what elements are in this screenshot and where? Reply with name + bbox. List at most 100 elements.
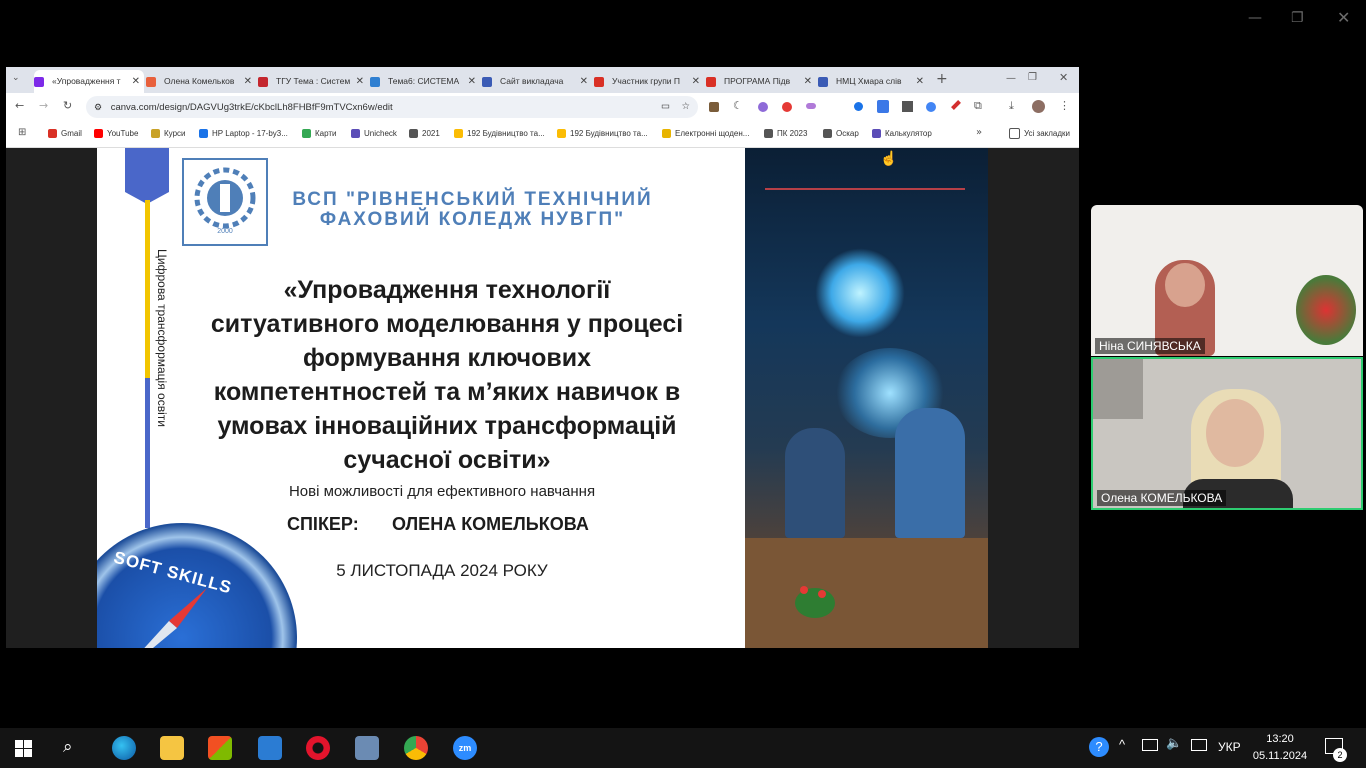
reload-icon[interactable]: ↻ [63, 99, 72, 112]
tab-search-chevron-icon[interactable]: ⌄ [12, 73, 20, 83]
bookmark-item[interactable]: 192 Будівництво та... [454, 121, 545, 147]
close-tab-icon[interactable]: ✕ [356, 70, 364, 93]
mail-icon[interactable] [258, 736, 282, 760]
browser-tab[interactable]: «Упровадження т ✕ [34, 70, 144, 93]
extension-6-icon[interactable] [854, 102, 863, 111]
browser-tab[interactable]: Сайт викладача ✕ [482, 70, 592, 93]
microsoft-store-icon[interactable] [208, 736, 232, 760]
student-figure [785, 428, 845, 538]
bookmark-item[interactable]: Електронні щоден... [662, 121, 749, 147]
tab-label: Участник групи П [612, 76, 681, 86]
edge-browser-icon[interactable] [112, 736, 136, 760]
minimize-window-button[interactable]: — [1248, 10, 1262, 26]
qr-code-icon[interactable] [902, 101, 913, 112]
pencil-extension-icon[interactable] [951, 100, 961, 110]
participant-tile[interactable]: Ніна СИНЯВСЬКА [1091, 205, 1363, 356]
bookmark-item[interactable]: 192 Будівництво та... [557, 121, 648, 147]
new-tab-button[interactable]: + [936, 71, 948, 87]
all-bookmarks-folder[interactable]: Усі закладки [1009, 121, 1070, 147]
show-hidden-icons-chevron-icon[interactable]: ^ [1119, 737, 1125, 752]
browser-tab[interactable]: ПРОГРАМА Підв ✕ [706, 70, 816, 93]
flower-bouquet [1296, 275, 1356, 345]
close-tab-icon[interactable]: ✕ [804, 70, 812, 93]
tab-favicon-icon [258, 76, 268, 87]
apps-grid-icon[interactable]: ⊞ [18, 127, 26, 138]
browser-minimize-button[interactable]: — [1006, 73, 1016, 84]
network-icon[interactable] [1191, 739, 1207, 751]
browser-tab[interactable]: ТГУ Тема : Систем ✕ [258, 70, 368, 93]
url-text: canva.com/design/DAGVUg3trkE/cKbclLh8FHB… [110, 102, 393, 113]
adblock-icon[interactable] [782, 102, 792, 112]
bookmark-item[interactable]: Карти [302, 121, 337, 147]
profile-avatar[interactable] [1032, 100, 1045, 113]
zoom-app-icon[interactable]: zm [453, 736, 477, 760]
file-explorer-icon[interactable] [160, 736, 184, 760]
opera-browser-icon[interactable] [306, 736, 330, 760]
bookmark-favicon-icon [151, 129, 160, 139]
tab-label: «Упровадження т [52, 76, 121, 86]
bookmark-label: Unicheck [364, 129, 397, 138]
extension-1-icon[interactable] [709, 102, 719, 112]
more-bookmarks-icon[interactable]: » [976, 127, 982, 138]
tab-favicon-icon [818, 76, 828, 87]
bookmark-favicon-icon [302, 129, 311, 139]
browser-tab[interactable]: НМЦ Хмара слів ✕ [818, 70, 928, 93]
college-name-line2: ФАХОВИЙ КОЛЕДЖ НУВГП" [319, 209, 626, 230]
bookmark-item[interactable]: Unicheck [351, 121, 397, 147]
bookmark-item[interactable]: ПК 2023 [764, 121, 807, 147]
clock[interactable]: 13:20 05.11.2024 [1250, 731, 1310, 765]
browser-tab[interactable]: Тема6: СИСТЕМА ✕ [370, 70, 480, 93]
participant-tile-active-speaker[interactable]: Олена КОМЕЛЬКОВА [1091, 357, 1363, 510]
site-info-icon[interactable]: ⚙ [94, 102, 102, 112]
calendar-icon[interactable] [877, 100, 889, 113]
language-indicator[interactable]: УКР [1218, 740, 1241, 754]
close-tab-icon[interactable]: ✕ [132, 70, 140, 93]
cast-icon[interactable]: ▭ [661, 96, 670, 118]
bookmark-item[interactable]: Оскар [823, 121, 859, 147]
pen-extension-icon[interactable] [806, 103, 816, 109]
back-arrow-icon[interactable]: ← [15, 99, 24, 112]
bookmark-label: Електронні щоден... [675, 129, 750, 138]
bookmark-item[interactable]: 2021 [409, 121, 440, 147]
windows-start-icon[interactable] [15, 740, 32, 757]
restore-window-button[interactable]: ❐ [1291, 10, 1304, 26]
close-window-button[interactable]: ✕ [1337, 8, 1350, 27]
bookmark-item[interactable]: Курси [151, 121, 186, 147]
browser-menu-icon[interactable]: ⋮ [1059, 99, 1070, 112]
tab-favicon-icon [594, 76, 604, 87]
bookmark-label: 2021 [422, 129, 440, 138]
close-tab-icon[interactable]: ✕ [692, 70, 700, 93]
extension-3-icon[interactable] [758, 102, 768, 112]
battery-icon[interactable] [1142, 739, 1158, 751]
bookmark-favicon-icon [764, 129, 773, 139]
bookmark-item[interactable]: Калькулятор [872, 121, 932, 147]
bookmark-item[interactable]: HP Laptop - 17-by3... [199, 121, 288, 147]
compass-needle-icon [144, 588, 207, 648]
browser-tab[interactable]: Участник групи П ✕ [594, 70, 704, 93]
app-icon[interactable] [355, 736, 379, 760]
soft-skills-compass-badge: SOFT SKILLS [97, 523, 297, 648]
browser-close-button[interactable]: ✕ [1059, 71, 1068, 84]
close-tab-icon[interactable]: ✕ [916, 70, 924, 93]
close-tab-icon[interactable]: ✕ [468, 70, 476, 93]
chrome-browser-icon[interactable] [404, 736, 428, 760]
forward-arrow-icon[interactable]: → [39, 99, 48, 112]
volume-icon[interactable]: 🔈 [1166, 736, 1182, 751]
dark-mode-icon[interactable]: ☾ [733, 99, 743, 112]
close-tab-icon[interactable]: ✕ [580, 70, 588, 93]
browser-tab[interactable]: Олена Комельков ✕ [146, 70, 256, 93]
bookmark-star-icon[interactable]: ☆ [681, 96, 690, 118]
extension-9-icon[interactable] [926, 102, 936, 112]
address-bar[interactable]: ⚙ canva.com/design/DAGVUg3trkE/cKbclLh8F… [86, 96, 698, 118]
slide-subtitle: Нові можливості для ефективного навчання [288, 483, 596, 500]
tab-label: Олена Комельков [164, 76, 235, 86]
extensions-puzzle-icon[interactable]: ⧉ [974, 99, 982, 113]
search-icon[interactable]: ⌕ [63, 737, 73, 757]
close-tab-icon[interactable]: ✕ [244, 70, 252, 93]
browser-maximize-button[interactable]: ❐ [1028, 72, 1037, 83]
download-icon[interactable]: ⤓ [1009, 99, 1014, 113]
bookmark-item[interactable]: YouTube [94, 121, 138, 147]
bookmark-item[interactable]: Gmail [48, 121, 82, 147]
help-icon[interactable]: ? [1089, 737, 1109, 757]
speaker-name: ОЛЕНА КОМЕЛЬКОВА [392, 514, 589, 534]
